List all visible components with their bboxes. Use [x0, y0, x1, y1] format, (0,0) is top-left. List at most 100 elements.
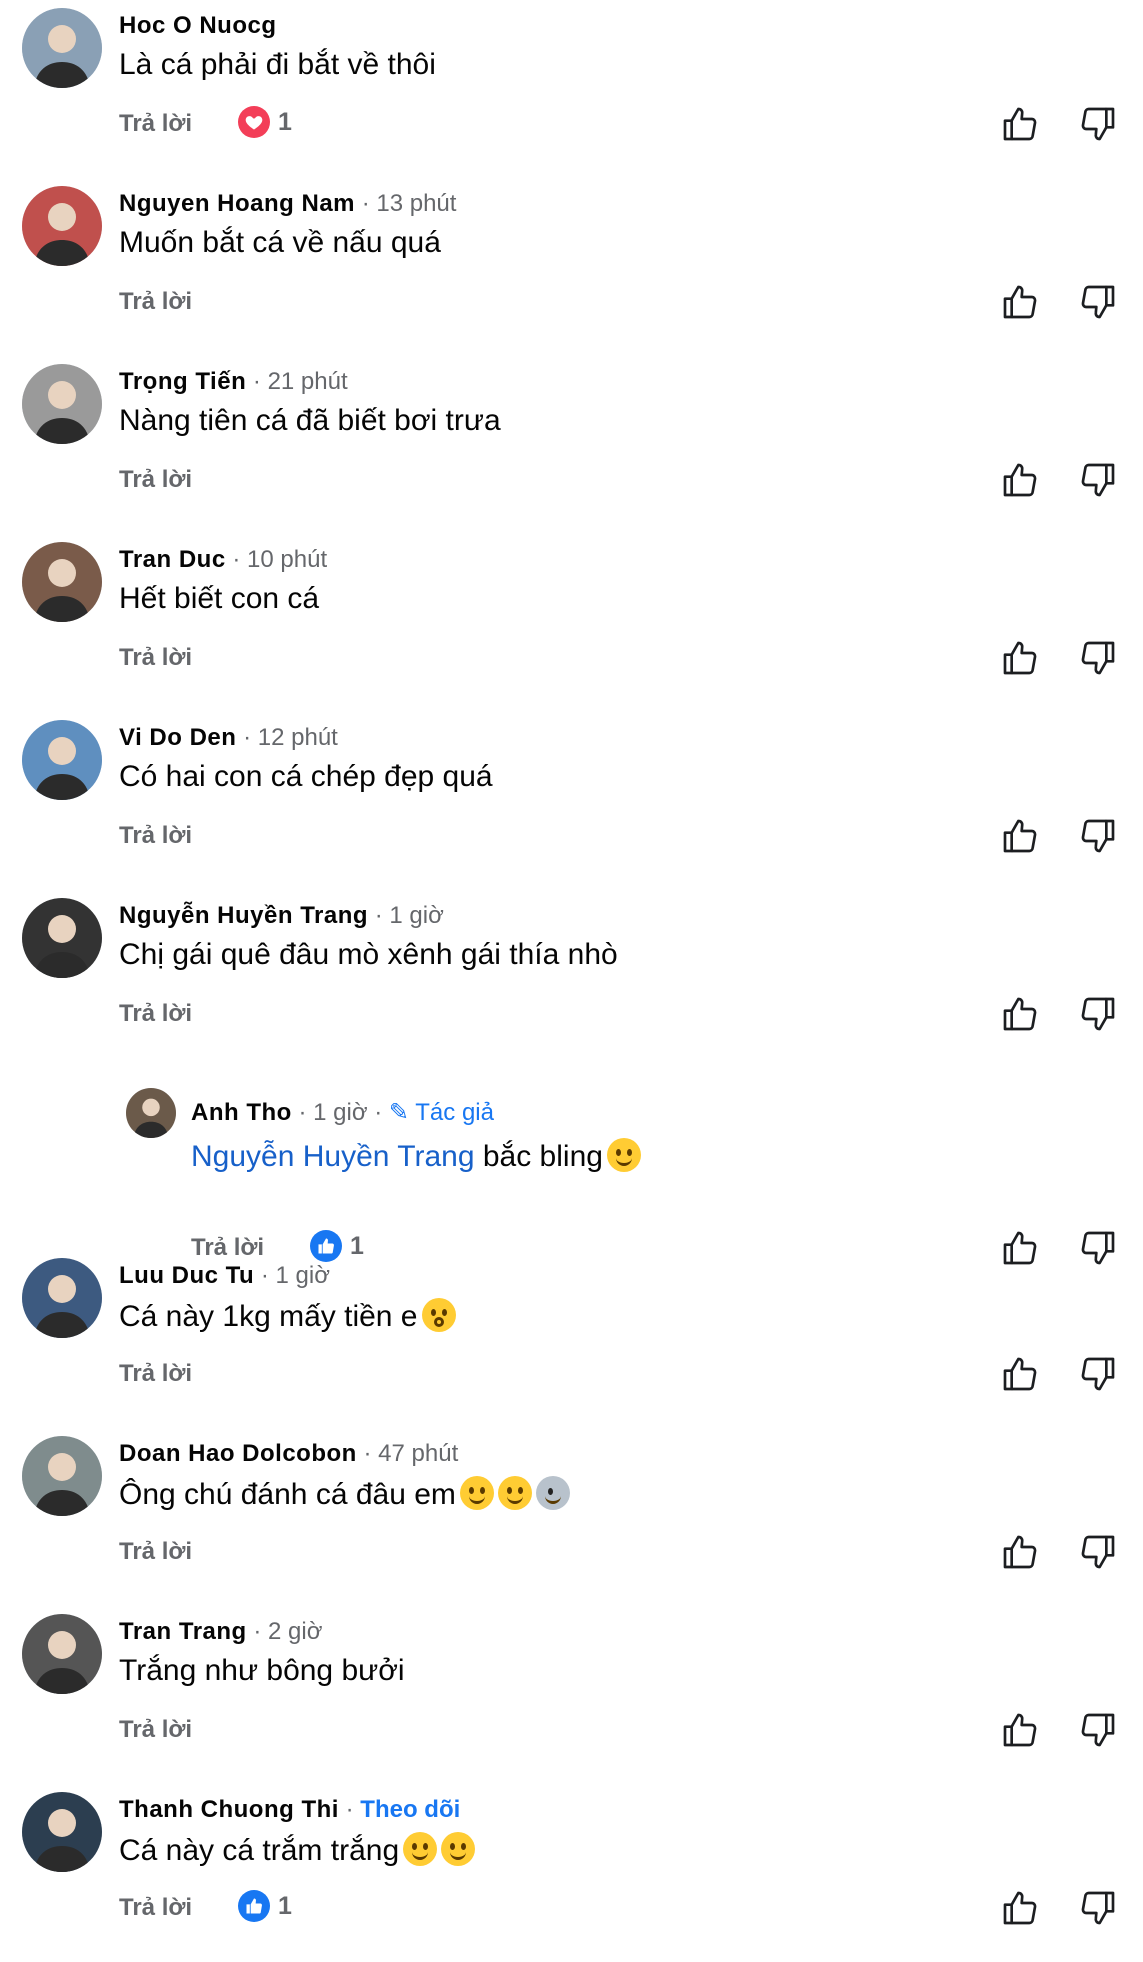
reply-button[interactable]: Trả lời — [119, 110, 192, 138]
downvote-icon[interactable] — [1078, 282, 1118, 322]
laugh-emoji-icon — [441, 1832, 476, 1866]
shy-emoji-icon — [459, 1476, 494, 1510]
upvote-icon[interactable] — [1000, 1354, 1040, 1394]
reply-button[interactable]: Trả lời — [119, 466, 192, 494]
author-name[interactable]: Hoc O Nuocg — [119, 12, 277, 39]
avatar[interactable] — [22, 1792, 102, 1872]
comment-time: · 1 giờ · — [298, 1099, 383, 1126]
author-name[interactable]: Tran Trang — [119, 1618, 247, 1645]
comment-header: Thanh Chuong Thi · Theo dõi — [119, 1796, 460, 1824]
comment-header: Hoc O Nuocg — [119, 12, 277, 40]
comment-header: Tran Duc · 10 phút — [119, 546, 327, 574]
comment-text: Nguyễn Huyền Trang bắc bling — [191, 1138, 641, 1174]
comment-header: Luu Duc Tu · 1 giờ — [119, 1262, 330, 1290]
mention-link[interactable]: Nguyễn Huyền Trang — [191, 1140, 475, 1173]
author-name[interactable]: Trọng Tiến — [119, 368, 246, 395]
downvote-icon[interactable] — [1078, 104, 1118, 144]
reply-button[interactable]: Trả lời — [119, 1538, 192, 1566]
author-badge-label: Tác giả — [415, 1099, 494, 1126]
avatar[interactable] — [22, 720, 102, 800]
comment-body: Cá này cá trắm trắng — [119, 1834, 400, 1867]
heart-reaction-icon — [238, 106, 270, 138]
avatar[interactable] — [22, 1258, 102, 1338]
reaction-summary[interactable]: 1 — [238, 106, 292, 138]
downvote-icon[interactable] — [1078, 1710, 1118, 1750]
downvote-icon[interactable] — [1078, 816, 1118, 856]
avatar[interactable] — [22, 542, 102, 622]
comment-header: Tran Trang · 2 giờ — [119, 1618, 322, 1646]
follow-link[interactable]: Theo dõi — [360, 1796, 460, 1823]
comment-item: Tran Duc · 10 phút Hết biết con cá Trả lời — [0, 534, 1143, 712]
author-name[interactable]: Anh Tho — [191, 1099, 292, 1126]
comment-time: · 13 phút — [361, 190, 457, 217]
downvote-icon[interactable] — [1078, 1888, 1118, 1928]
author-name[interactable]: Nguyễn Huyền Trang — [119, 902, 368, 929]
reply-button[interactable]: Trả lời — [119, 644, 192, 672]
comment-body: Là cá phải đi bắt về thôi — [119, 48, 436, 81]
upvote-icon[interactable] — [1000, 1710, 1040, 1750]
author-name[interactable]: Vi Do Den — [119, 724, 236, 751]
comment-item: Doan Hao Dolcobon · 47 phút Ông chú đánh … — [0, 1428, 1143, 1606]
upvote-icon[interactable] — [1000, 816, 1040, 856]
avatar[interactable] — [22, 1436, 102, 1516]
avatar[interactable] — [22, 186, 102, 266]
author-name[interactable]: Tran Duc — [119, 546, 226, 573]
comment-text: Là cá phải đi bắt về thôi — [119, 48, 436, 82]
comment-body: Trắng như bông bưởi — [119, 1654, 405, 1687]
reaction-summary[interactable]: 1 — [238, 1890, 292, 1922]
reply-button[interactable]: Trả lời — [119, 288, 192, 316]
avatar[interactable] — [22, 8, 102, 88]
comment-time: · 21 phút — [252, 368, 348, 395]
comment-header: Nguyen Hoang Nam · 13 phút — [119, 190, 456, 218]
comment-text: Có hai con cá chép đẹp quá — [119, 760, 493, 794]
shy-emoji-icon — [497, 1476, 532, 1510]
upvote-icon[interactable] — [1000, 1888, 1040, 1928]
avatar[interactable] — [22, 364, 102, 444]
author-badge: ✎ Tác giả — [388, 1099, 494, 1126]
downvote-icon[interactable] — [1078, 994, 1118, 1034]
reply-comment: Anh Tho · 1 giờ · ✎ Tác giả Nguyễn Huyền … — [0, 1068, 1143, 1265]
upvote-icon[interactable] — [1000, 994, 1040, 1034]
comment-text: Cá này 1kg mấy tiền e — [119, 1298, 456, 1334]
author-name[interactable]: Thanh Chuong Thi — [119, 1796, 339, 1823]
upvote-icon[interactable] — [1000, 104, 1040, 144]
reply-button[interactable]: Trả lời — [119, 1894, 192, 1922]
upvote-icon[interactable] — [1000, 282, 1040, 322]
upvote-icon[interactable] — [1000, 460, 1040, 500]
downvote-icon[interactable] — [1078, 1354, 1118, 1394]
comment-header: Anh Tho · 1 giờ · ✎ Tác giả — [191, 1098, 494, 1127]
comment-time: · 1 giờ — [260, 1262, 330, 1289]
avatar[interactable] — [22, 1614, 102, 1694]
comment-body: Muốn bắt cá về nấu quá — [119, 226, 441, 259]
reply-button[interactable]: Trả lời — [119, 1360, 192, 1388]
comment-body: Chị gái quê đâu mò xênh gái thía nhò — [119, 938, 618, 971]
comment-body: Ông chú đánh cá đâu em — [119, 1478, 456, 1511]
upvote-icon[interactable] — [1000, 638, 1040, 678]
author-name[interactable]: Doan Hao Dolcobon — [119, 1440, 357, 1467]
comment-item: Hoc O Nuocg Là cá phải đi bắt về thôi Trả… — [0, 0, 1143, 178]
comment-body: Có hai con cá chép đẹp quá — [119, 760, 493, 793]
comment-text: Ông chú đánh cá đâu em — [119, 1476, 570, 1512]
author-name[interactable]: Luu Duc Tu — [119, 1262, 254, 1289]
downvote-icon[interactable] — [1078, 1532, 1118, 1572]
comment-body: Nàng tiên cá đã biết bơi trưa — [119, 404, 501, 437]
comment-text: Muốn bắt cá về nấu quá — [119, 226, 441, 260]
reply-button[interactable]: Trả lời — [119, 822, 192, 850]
downvote-icon[interactable] — [1078, 638, 1118, 678]
comment-text: Chị gái quê đâu mò xênh gái thía nhò — [119, 938, 618, 972]
avatar[interactable] — [126, 1088, 176, 1138]
avatar[interactable] — [22, 898, 102, 978]
reply-button[interactable]: Trả lời — [119, 1716, 192, 1744]
upvote-icon[interactable] — [1000, 1532, 1040, 1572]
bird-emoji-icon — [535, 1476, 570, 1510]
comment-text: Trắng như bông bưởi — [119, 1654, 405, 1688]
author-name[interactable]: Nguyen Hoang Nam — [119, 190, 355, 217]
comment-header: Trọng Tiến · 21 phút — [119, 368, 348, 396]
comment-time: · 47 phút — [363, 1440, 459, 1467]
reply-button[interactable]: Trả lời — [119, 1000, 192, 1028]
comment-body: bắc bling — [474, 1140, 603, 1173]
downvote-icon[interactable] — [1078, 460, 1118, 500]
comment-text: Cá này cá trắm trắng — [119, 1832, 476, 1868]
comment-body: Hết biết con cá — [119, 582, 320, 615]
comment-item: Luu Duc Tu · 1 giờ Cá này 1kg mấy tiền e T… — [0, 1250, 1143, 1428]
